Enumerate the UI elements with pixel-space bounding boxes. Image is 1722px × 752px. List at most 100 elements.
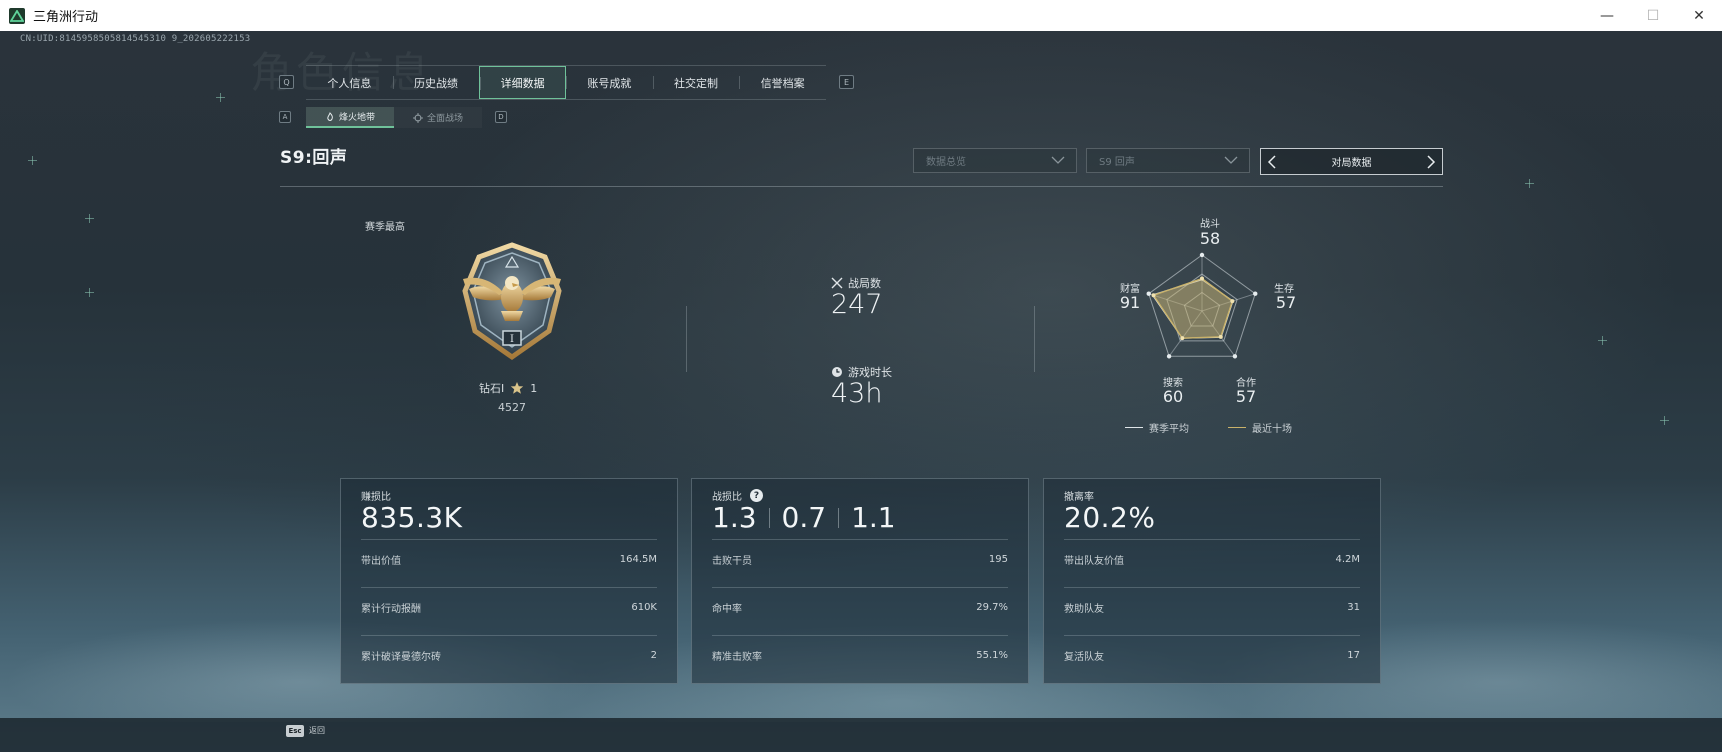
rank-score: 4527 [498, 401, 526, 414]
row-value: 4.2M [1335, 553, 1360, 565]
row-label: 复活队友 [1064, 651, 1104, 663]
overview-dropdown[interactable]: 数据总览 [913, 148, 1077, 173]
rank-stars: 1 [530, 381, 538, 395]
row-label: 救助队友 [1064, 603, 1104, 615]
kd-values: 1.3 0.7 1.1 [712, 501, 896, 534]
row-label: 带出队友价值 [1064, 555, 1124, 567]
subtab-hazard-zone-label: 烽火地带 [338, 113, 375, 123]
legend-swatch-last-ten [1228, 427, 1246, 428]
diamond-rank-badge-icon: I [462, 242, 562, 361]
key-hint-d: D [495, 111, 507, 123]
clock-icon [832, 367, 842, 377]
row-value: 2 [650, 649, 657, 661]
season-dropdown-value: S9 回声 [1099, 157, 1135, 168]
close-button[interactable]: ✕ [1676, 0, 1722, 31]
kd-row-kills: 击败干员 195 [712, 551, 1008, 567]
card-divider [712, 539, 1008, 540]
radar-axis-dot [1232, 354, 1238, 359]
window-title: 三角洲行动 [33, 10, 99, 25]
match-data-label: 对局数据 [1331, 158, 1372, 169]
kd-card: 战损比 ? 1.3 0.7 1.1 击败干员 195 命中率 29.7% 精准击败率… [691, 478, 1029, 684]
radar-value-teamwork: 57 [1235, 387, 1257, 406]
divider-left [686, 306, 687, 372]
kd-separator [768, 507, 770, 528]
row-label: 累计行动报酬 [361, 603, 421, 615]
key-hint-a: A [279, 111, 291, 123]
radar-axis-dot [1166, 354, 1172, 359]
extract-card: 撤离率 20.2% 带出队友价值 4.2M 救助队友 31 复活队友 17 [1043, 478, 1381, 684]
radar-value-survival: 57 [1275, 293, 1297, 312]
chevron-left-icon[interactable] [1267, 154, 1277, 170]
season-divider [280, 186, 1443, 187]
row-value: 17 [1347, 649, 1360, 661]
radar-axis-dot [1146, 291, 1151, 296]
game-viewport: CN:UID:8145958505814545310 9_20260522215… [0, 31, 1722, 752]
profit-row-bricks: 累计破译曼德尔砖 2 [361, 647, 657, 663]
card-divider [361, 587, 657, 588]
subtab-hazard-zone[interactable]: 烽火地带 [306, 107, 394, 128]
radar-value-wealth: 91 [1119, 293, 1141, 312]
back-label[interactable]: 返回 [309, 725, 325, 736]
playtime-value: 43h [831, 378, 883, 409]
extract-row-revives: 复活队友 17 [1064, 647, 1360, 663]
main-tab-bar: 个人信息 历史战绩 详细数据 账号成就 社交定制 信誉档案 [306, 65, 826, 100]
match-data-button[interactable]: 对局数据 [1260, 148, 1443, 175]
player-uid: CN:UID:8145958505814545310 9_20260522215… [20, 34, 251, 44]
kd-value-2: 0.7 [781, 501, 827, 534]
radar-point-last-ten [1180, 336, 1185, 341]
radar-value-combat: 58 [1199, 229, 1221, 248]
row-label: 命中率 [712, 603, 742, 615]
decor-cross [1660, 416, 1669, 425]
key-hint-q: Q [279, 75, 294, 89]
chevron-right-icon[interactable] [1426, 154, 1436, 170]
crossed-swords-icon [831, 277, 843, 289]
minimize-button[interactable]: — [1584, 0, 1630, 31]
maximize-button[interactable]: ☐ [1630, 0, 1676, 31]
row-value: 195 [988, 553, 1008, 565]
profit-row-extracted: 带出价值 164.5M [361, 551, 657, 567]
decor-cross [85, 214, 94, 223]
tab-achievements[interactable]: 账号成就 [566, 66, 653, 99]
kd-value-3: 1.1 [851, 501, 896, 534]
crosshair-icon [412, 112, 423, 123]
decor-cross [85, 288, 94, 297]
radar-point-last-ten [1151, 293, 1156, 298]
chevron-down-icon [1224, 156, 1238, 164]
row-label: 精准击败率 [712, 651, 762, 663]
card-divider [361, 635, 657, 636]
flame-icon [327, 111, 333, 121]
sub-tab-bar: 烽火地带 全面战场 [306, 107, 482, 128]
profit-card: 赚损比 835.3K 带出价值 164.5M 累计行动报酬 610K 累计破译曼德尔… [340, 478, 678, 684]
bottom-bar [0, 718, 1722, 752]
radar-point-last-ten [1218, 334, 1223, 339]
legend-season-average: 赛季平均 [1125, 420, 1189, 435]
radar-axis-dot [1199, 252, 1205, 258]
subtab-full-battle-label: 全面战场 [426, 114, 463, 124]
tab-personal-info[interactable]: 个人信息 [306, 66, 393, 99]
radar-axis-dot [1253, 291, 1258, 296]
esc-key-hint[interactable]: Esc [286, 725, 304, 737]
tab-detailed-data[interactable]: 详细数据 [479, 66, 567, 99]
key-hint-e: E [839, 75, 854, 89]
card-divider [1064, 587, 1360, 588]
tab-social-custom[interactable]: 社交定制 [652, 66, 740, 99]
legend-season-average-label: 赛季平均 [1149, 424, 1189, 435]
extract-rate-value: 20.2% [1064, 501, 1156, 534]
row-label: 带出价值 [361, 555, 401, 567]
row-value: 164.5M [619, 553, 657, 565]
row-label: 击败干员 [712, 555, 752, 567]
kd-value-1: 1.3 [712, 501, 757, 534]
kd-separator [838, 507, 840, 528]
decor-cross [28, 156, 37, 165]
subtab-full-battle[interactable]: 全面战场 [394, 107, 482, 128]
tab-reputation[interactable]: 信誉档案 [739, 66, 826, 99]
kd-row-precision: 精准击败率 55.1% [712, 647, 1008, 663]
season-dropdown[interactable]: S9 回声 [1086, 148, 1250, 173]
decor-cross [1525, 179, 1534, 188]
profit-ratio-value: 835.3K [361, 501, 463, 534]
star-icon [511, 382, 524, 394]
row-value: 29.7% [976, 601, 1008, 613]
tab-match-history[interactable]: 历史战绩 [392, 66, 480, 99]
decor-cross [1598, 336, 1607, 345]
card-divider [712, 587, 1008, 588]
